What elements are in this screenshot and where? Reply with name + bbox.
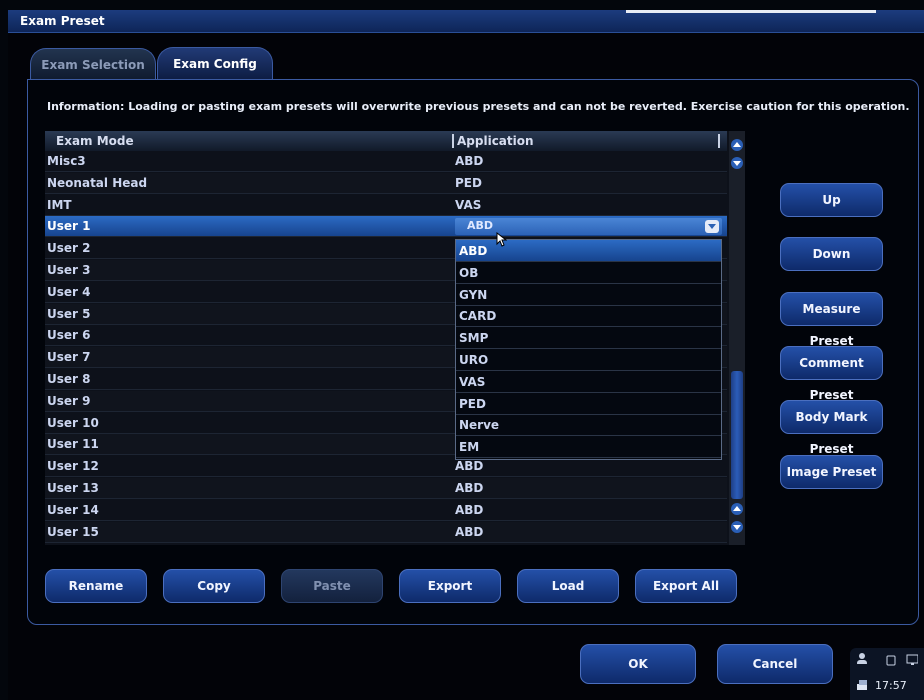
image-preset-button[interactable]: Image Preset [780, 454, 883, 489]
dropdown-option[interactable]: GYN [456, 284, 721, 306]
mouse-cursor-icon [496, 232, 507, 247]
exam-mode-cell: User 6 [47, 328, 91, 343]
paste-button[interactable]: Paste [281, 569, 383, 603]
exam-mode-cell: User 14 [47, 502, 99, 517]
export-button[interactable]: Export [399, 569, 501, 603]
scroll-up-icon[interactable] [731, 503, 743, 515]
exam-mode-cell: User 2 [47, 241, 91, 256]
table-row[interactable]: IMT VAS [45, 195, 727, 216]
application-select-value: ABD [467, 219, 494, 233]
cancel-button[interactable]: Cancel [717, 644, 833, 684]
body-mark-preset-button[interactable]: Body Mark Preset [780, 400, 883, 456]
exam-mode-cell: User 10 [47, 415, 99, 430]
down-button[interactable]: Down [780, 237, 883, 272]
exam-mode-cell: User 8 [47, 372, 91, 386]
rename-button[interactable]: Rename [45, 569, 147, 603]
table-header: Exam Mode Application [45, 131, 727, 151]
measure-preset-button[interactable]: Measure Preset [780, 291, 883, 348]
comment-preset-button[interactable]: Comment Preset [780, 345, 883, 402]
application-cell: ABD [455, 481, 484, 495]
window-title: Exam Preset [20, 14, 105, 28]
dropdown-option[interactable]: EM [456, 436, 721, 459]
exam-mode-cell: User 7 [47, 350, 91, 365]
exam-mode-cell: User 5 [47, 306, 91, 321]
dropdown-option[interactable]: VAS [456, 371, 721, 393]
system-tray: 17:57 [850, 648, 924, 700]
header-exam-mode[interactable]: Exam Mode [56, 134, 134, 148]
application-cell: ABD [455, 524, 484, 539]
up-button[interactable]: Up [780, 183, 883, 217]
tab-exam-selection[interactable]: Exam Selection [30, 48, 156, 80]
dropdown-option[interactable]: Nerve [456, 414, 721, 437]
exam-mode-cell: User 11 [47, 437, 99, 452]
exam-mode-cell: User 4 [47, 284, 91, 299]
load-button[interactable]: Load [517, 569, 619, 603]
header-application[interactable]: Application [457, 134, 534, 148]
table-row[interactable]: User 13 ABD [45, 478, 727, 499]
column-separator[interactable] [452, 134, 454, 148]
exam-mode-cell: User 12 [47, 459, 99, 474]
dropdown-option[interactable]: SMP [456, 327, 721, 350]
exam-mode-cell: User 13 [47, 481, 99, 495]
application-cell: ABD [455, 459, 484, 474]
exam-mode-cell: User 15 [47, 524, 99, 539]
export-all-button[interactable]: Export All [635, 569, 737, 603]
exam-mode-cell: Misc3 [47, 154, 86, 168]
exam-mode-cell: Neonatal Head [47, 175, 148, 190]
table-row[interactable]: User 1 ABD [45, 216, 727, 238]
scroll-down-icon[interactable] [731, 521, 743, 533]
exam-mode-cell: User 1 [47, 219, 91, 234]
trash-icon[interactable] [885, 654, 897, 666]
dropdown-option[interactable]: URO [456, 349, 721, 371]
user-icon[interactable] [855, 652, 867, 664]
scrollbar-thumb[interactable] [731, 371, 743, 499]
scroll-down-icon[interactable] [731, 157, 743, 169]
title-bar: Exam Preset [8, 10, 924, 33]
scroll-up-icon[interactable] [731, 139, 743, 151]
monitor-icon[interactable] [906, 654, 918, 666]
info-text: Information: Loading or pasting exam pre… [47, 100, 910, 113]
application-cell: ABD [455, 154, 484, 168]
application-cell: VAS [455, 197, 482, 212]
ok-button[interactable]: OK [580, 644, 696, 684]
exam-mode-cell: User 3 [47, 263, 91, 277]
title-progress-strip [626, 10, 876, 13]
dropdown-option[interactable]: PED [456, 393, 721, 415]
copy-button[interactable]: Copy [163, 569, 265, 603]
table-row[interactable]: User 15 ABD [45, 521, 727, 543]
dropdown-option[interactable]: CARD [456, 305, 721, 328]
column-separator[interactable] [718, 134, 720, 148]
printer-icon[interactable] [855, 678, 867, 690]
exam-mode-cell: IMT [47, 197, 72, 212]
chevron-down-icon[interactable] [705, 220, 719, 234]
application-cell: ABD [455, 502, 484, 517]
clock: 17:57 [875, 679, 907, 692]
table-row[interactable]: User 14 ABD [45, 500, 727, 521]
application-dropdown-list: ABD OB GYN CARD SMP URO VAS PED Nerve EM [455, 239, 722, 460]
tab-exam-config[interactable]: Exam Config [157, 47, 273, 81]
dropdown-option[interactable]: OB [456, 262, 721, 284]
application-cell: PED [455, 175, 482, 190]
table-row[interactable]: Misc3 ABD [45, 151, 727, 172]
table-scrollbar[interactable] [729, 131, 745, 545]
exam-mode-cell: User 9 [47, 393, 91, 408]
table-row[interactable]: Neonatal Head PED [45, 172, 727, 194]
